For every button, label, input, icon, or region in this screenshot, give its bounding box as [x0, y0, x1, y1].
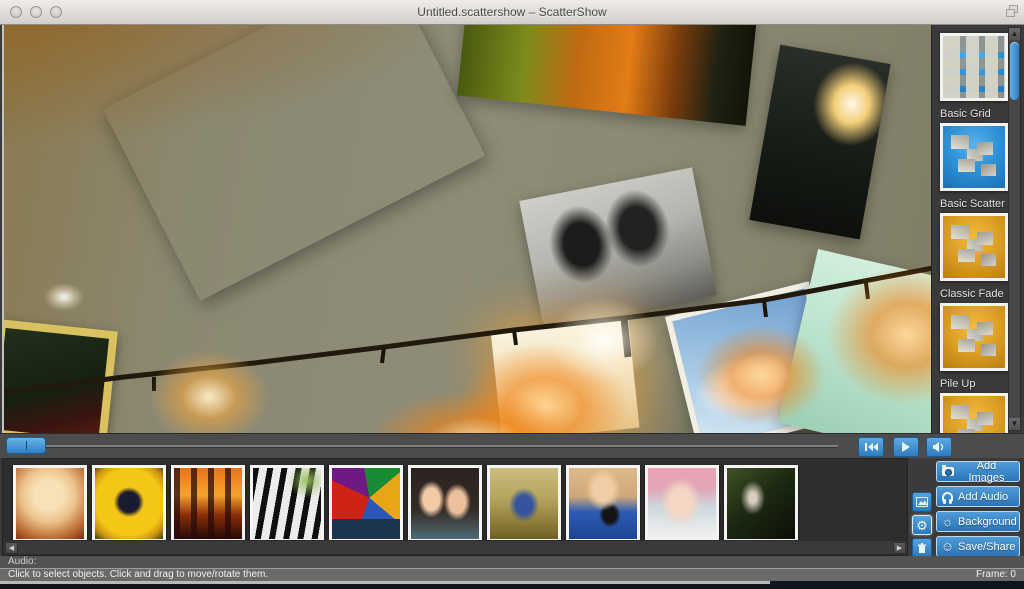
canvas-photo-faces-bw[interactable]: [519, 167, 717, 328]
audio-status-row: Audio:: [0, 556, 1024, 568]
canvas-photo-sunset[interactable]: [749, 45, 890, 240]
sun-icon: ☼: [941, 515, 954, 528]
scroll-up-icon[interactable]: ▲: [1009, 28, 1020, 40]
template-label: Classic Fade: [940, 288, 1008, 300]
thumb-child-portrait[interactable]: [13, 465, 87, 542]
scroll-left-icon[interactable]: ◀: [5, 542, 18, 554]
gear-icon: ⚙: [916, 519, 928, 532]
canvas-photo-teal-card[interactable]: [778, 249, 931, 433]
template-label: Basic Scatter: [940, 198, 1008, 210]
canvas-photo-corner-framed[interactable]: [2, 319, 118, 433]
photo-edit-icon: [916, 497, 928, 507]
status-bar: Click to select objects. Click and drag …: [0, 568, 1024, 581]
template-sidebar: Basic Grid Basic Scatter Classic Fade Pi…: [931, 25, 1024, 433]
rewind-icon: [864, 442, 878, 452]
thumb-beach-kite[interactable]: [329, 465, 403, 542]
light-glow: [44, 283, 84, 311]
background-label: Background: [958, 516, 1017, 528]
camera-icon: [941, 465, 954, 478]
photo-edit-button[interactable]: [912, 492, 932, 512]
save-share-button[interactable]: ☺ Save/Share: [936, 536, 1020, 557]
audio-label: Audio:: [8, 556, 36, 567]
light-glow: [149, 350, 269, 434]
template-thumbnail: [940, 393, 1008, 433]
template-thumbnail: [940, 303, 1008, 371]
headphones-icon: [941, 490, 954, 503]
speaker-icon: [933, 442, 945, 452]
template-thumbnail: [940, 33, 1008, 101]
scroll-right-icon[interactable]: ▶: [893, 542, 906, 554]
save-share-label: Save/Share: [958, 541, 1015, 553]
thumb-woman-with-camera[interactable]: [566, 465, 640, 542]
trash-icon: [917, 543, 927, 554]
timeline-scrubber[interactable]: [0, 433, 1024, 458]
image-filmstrip: ◀ ▶: [2, 458, 908, 556]
scattershow-window: Untitled.scattershow – ScatterShow: [0, 0, 1024, 589]
scroll-down-icon[interactable]: ▼: [1009, 418, 1020, 430]
template-basic-scatter[interactable]: Basic Scatter: [940, 123, 1008, 210]
frame-counter: Frame: 0: [976, 569, 1016, 581]
mute-button[interactable]: [926, 437, 952, 457]
desktop-strip: [0, 581, 1024, 589]
add-audio-button[interactable]: Add Audio: [936, 486, 1020, 507]
scrubber-track[interactable]: [8, 445, 838, 447]
add-audio-label: Add Audio: [958, 491, 1008, 503]
template-basic-grid[interactable]: Basic Grid: [940, 33, 1008, 120]
thumb-baby-pink-hat[interactable]: [645, 465, 719, 542]
template-thumbnail: [940, 213, 1008, 281]
window-bottom-edge: [0, 581, 770, 584]
template-label: Pile Up: [940, 378, 1008, 390]
settings-button[interactable]: ⚙: [912, 515, 932, 535]
sidebar-scrollbar[interactable]: ▲ ▼: [1008, 27, 1021, 431]
thumb-butterfly-sunflower[interactable]: [92, 465, 166, 542]
thumb-zebra[interactable]: [250, 465, 324, 542]
titlebar[interactable]: Untitled.scattershow – ScatterShow: [0, 0, 1024, 25]
background-button[interactable]: ☼ Background: [936, 511, 1020, 532]
template-classic-fade[interactable]: Classic Fade: [940, 213, 1008, 300]
crown-face-icon: ☺: [941, 540, 954, 553]
thumb-party-silhouettes[interactable]: [171, 465, 245, 542]
template-pile-up[interactable]: Pile Up: [940, 303, 1008, 390]
action-panel: Add Images Add Audio ☼ Background ☺ Save…: [936, 461, 1020, 557]
filmstrip-thumbs: [13, 465, 798, 542]
canvas-photo-white-glowing[interactable]: [491, 316, 640, 433]
fullscreen-icon[interactable]: [1006, 5, 1018, 17]
play-button[interactable]: [893, 437, 919, 457]
thumb-couple-kissing[interactable]: [724, 465, 798, 542]
scrollbar-thumb[interactable]: [1010, 42, 1019, 100]
add-images-label: Add Images: [958, 460, 1015, 484]
canvas-photo-large-bw[interactable]: [103, 25, 486, 301]
status-hint: Click to select objects. Click and drag …: [8, 569, 268, 581]
thumb-two-women[interactable]: [408, 465, 482, 542]
scrubber-thumb[interactable]: [6, 437, 46, 454]
play-icon: [901, 442, 911, 452]
add-images-button[interactable]: Add Images: [936, 461, 1020, 482]
window-title: Untitled.scattershow – ScatterShow: [0, 0, 1024, 25]
canvas-photo-autumn[interactable]: [457, 25, 757, 126]
delete-button[interactable]: [912, 538, 932, 558]
rewind-to-start-button[interactable]: [858, 437, 884, 457]
thumb-couple-in-field[interactable]: [487, 465, 561, 542]
preview-canvas[interactable]: [2, 25, 931, 433]
template-next-partial[interactable]: [940, 393, 1008, 433]
filmstrip-tools: ⚙: [912, 492, 932, 558]
template-thumbnail: [940, 123, 1008, 191]
template-label: Basic Grid: [940, 108, 1008, 120]
filmstrip-scrollbar[interactable]: ◀ ▶: [4, 540, 907, 554]
